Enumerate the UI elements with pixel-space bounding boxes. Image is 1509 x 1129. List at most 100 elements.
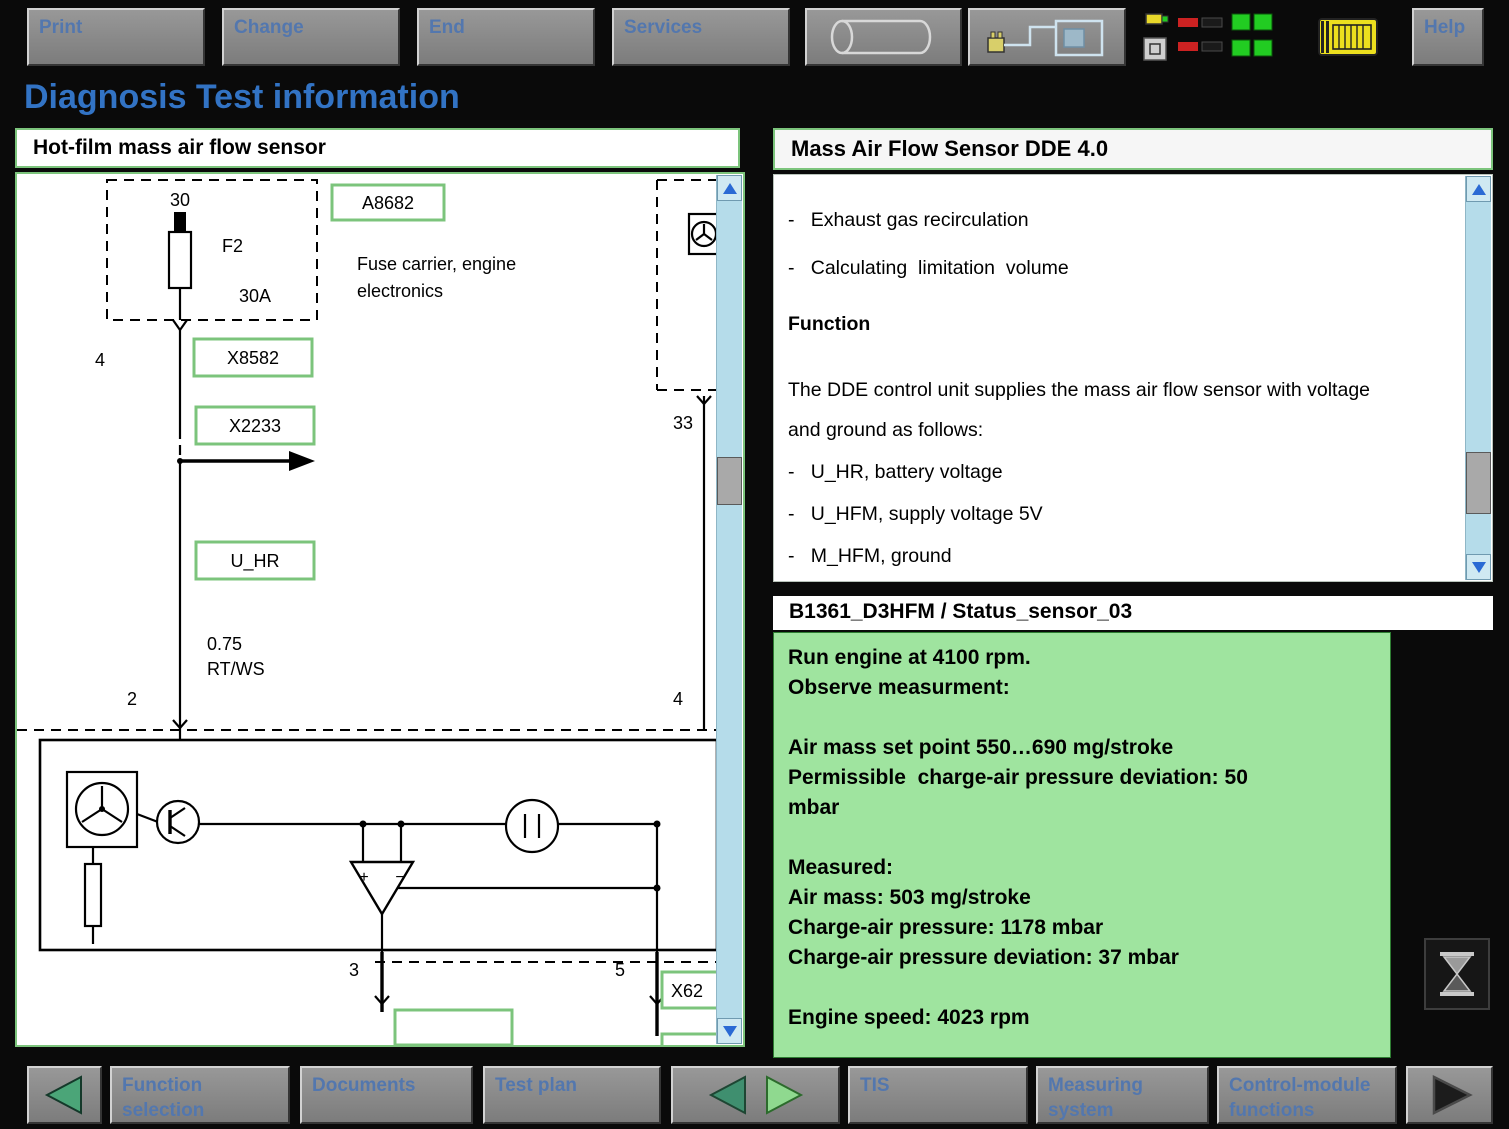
page-previous-icon xyxy=(711,1077,745,1113)
status-line xyxy=(788,703,1376,733)
diagnostic-plug-button[interactable] xyxy=(968,8,1126,66)
forward-arrow-icon xyxy=(1418,1071,1482,1119)
x62-label: X62 xyxy=(671,981,703,1001)
hourglass-icon xyxy=(1432,946,1482,1002)
measuring-system-label: Measuring system xyxy=(1038,1068,1207,1129)
status-line: mbar xyxy=(788,793,1376,823)
services-button[interactable]: Services xyxy=(612,8,790,66)
status-line: Air mass: 503 mg/stroke xyxy=(788,883,1376,913)
sensor-component: + − xyxy=(40,740,717,952)
end-button[interactable]: End xyxy=(417,8,595,66)
wire-color-label: RT/WS xyxy=(207,659,265,679)
fuse-carrier-caption-1: Fuse carrier, engine xyxy=(357,254,516,274)
page-title: Diagnosis Test information xyxy=(24,78,460,117)
lower-connector-link[interactable] xyxy=(395,1010,512,1045)
status-line: Permissible charge-air pressure deviatio… xyxy=(788,763,1376,793)
print-button-label: Print xyxy=(29,10,203,47)
info-scrollbar[interactable] xyxy=(1465,176,1491,580)
tis-label: TIS xyxy=(850,1068,1026,1105)
diagram-scrollbar[interactable] xyxy=(716,175,742,1044)
pin-4-top-label: 4 xyxy=(95,350,105,370)
status-line xyxy=(788,823,1376,853)
up-arrow-icon xyxy=(723,183,737,194)
back-button[interactable] xyxy=(27,1066,102,1124)
up-arrow-icon xyxy=(1472,184,1486,195)
fuse-name-label: F2 xyxy=(222,236,243,256)
change-button[interactable]: Change xyxy=(222,8,400,66)
pin-33-label: 33 xyxy=(673,413,693,433)
down-arrow-icon xyxy=(723,1026,737,1037)
exhaust-tester-button[interactable] xyxy=(805,8,962,66)
function-selection-label: Function selection xyxy=(112,1068,288,1129)
info-scroll-up-button[interactable] xyxy=(1466,176,1491,202)
info-scroll-down-button[interactable] xyxy=(1466,554,1491,580)
lower-connector-link-2[interactable] xyxy=(662,1034,717,1045)
fuse-carrier-caption-2: electronics xyxy=(357,281,443,301)
main-wire xyxy=(173,288,187,802)
end-button-label: End xyxy=(419,10,593,47)
x2233-label: X2233 xyxy=(229,416,281,436)
wiring-diagram: 30 F2 30A A8682 Fuse carrier, engine ele… xyxy=(17,174,717,1045)
documents-label: Documents xyxy=(302,1068,471,1105)
diagram-scroll-down-button[interactable] xyxy=(717,1018,742,1044)
x2233-link[interactable]: X2233 xyxy=(196,407,314,444)
diagram-scroll-thumb[interactable] xyxy=(717,457,742,505)
status-header: B1361_D3HFM / Status_sensor_03 xyxy=(773,596,1493,630)
info-bullet-3: - U_HR, battery voltage xyxy=(788,461,1454,483)
a8682-link[interactable]: A8682 xyxy=(332,185,444,220)
fuse-rating-label: 30A xyxy=(239,286,271,306)
info-body-1: The DDE control unit supplies the mass a… xyxy=(788,379,1454,401)
back-arrow-icon xyxy=(35,1071,95,1119)
page-nav-button[interactable] xyxy=(671,1066,840,1124)
change-button-label: Change xyxy=(224,10,398,47)
help-button-label: Help xyxy=(1414,10,1482,47)
info-panel-title: Mass Air Flow Sensor DDE 4.0 xyxy=(775,130,1491,168)
info-bullet-5: - M_HFM, ground xyxy=(788,545,1454,567)
hourglass-indicator xyxy=(1424,938,1490,1010)
info-text: - Exhaust gas recirculation - Calculatin… xyxy=(774,175,1464,581)
info-scroll-thumb[interactable] xyxy=(1466,452,1491,514)
info-panel-header: Mass Air Flow Sensor DDE 4.0 xyxy=(773,128,1493,170)
status-line: Charge-air pressure deviation: 37 mbar xyxy=(788,943,1376,973)
egr-valve-box xyxy=(657,180,717,730)
info-body-2: and ground as follows: xyxy=(788,419,1454,441)
measuring-system-button[interactable]: Measuring system xyxy=(1036,1066,1209,1124)
status-line: Observe measurment: xyxy=(788,673,1376,703)
status-line: Air mass set point 550…690 mg/stroke xyxy=(788,733,1376,763)
test-instruction-box: Run engine at 4100 rpm. Observe measurme… xyxy=(773,632,1391,1058)
u-hr-link[interactable]: U_HR xyxy=(196,542,314,579)
u-hr-label: U_HR xyxy=(230,551,279,572)
pin-connector-status-icon xyxy=(1136,8,1304,66)
x62-link[interactable]: X62 xyxy=(662,972,717,1008)
diagram-panel-header: Hot-film mass air flow sensor xyxy=(15,128,740,168)
status-line: Engine speed: 4023 rpm xyxy=(788,1003,1376,1033)
diagram-scroll-up-button[interactable] xyxy=(717,175,742,201)
function-selection-button[interactable]: Function selection xyxy=(110,1066,290,1124)
opamp-minus: − xyxy=(395,869,404,886)
help-button[interactable]: Help xyxy=(1412,8,1484,66)
pin-3-label: 3 xyxy=(349,960,359,980)
wiring-diagram-panel: 30 F2 30A A8682 Fuse carrier, engine ele… xyxy=(15,172,745,1047)
test-plan-button[interactable]: Test plan xyxy=(483,1066,661,1124)
status-line: Run engine at 4100 rpm. xyxy=(788,643,1376,673)
x8582-link[interactable]: X8582 xyxy=(194,339,312,376)
test-plan-label: Test plan xyxy=(485,1068,659,1105)
opamp-plus: + xyxy=(359,869,368,886)
page-nav-icons xyxy=(681,1071,831,1119)
status-line: Charge-air pressure: 1178 mbar xyxy=(788,913,1376,943)
print-button[interactable]: Print xyxy=(27,8,205,66)
branch-arrow xyxy=(177,451,315,471)
control-module-functions-button[interactable]: Control-module functions xyxy=(1217,1066,1397,1124)
status-line: Measured: xyxy=(788,853,1376,883)
tis-button[interactable]: TIS xyxy=(848,1066,1028,1124)
forward-button[interactable] xyxy=(1406,1066,1493,1124)
info-bullet-4: - U_HFM, supply voltage 5V xyxy=(788,503,1454,525)
info-function-heading: Function xyxy=(788,313,1454,335)
multi-pin-connector-icon xyxy=(1310,8,1386,66)
exhaust-pipe-icon xyxy=(814,12,954,62)
wire-gauge-label: 0.75 xyxy=(207,634,242,654)
services-button-label: Services xyxy=(614,10,788,47)
page-next-icon xyxy=(767,1077,801,1113)
info-bullet-2: - Calculating limitation volume xyxy=(788,257,1454,279)
documents-button[interactable]: Documents xyxy=(300,1066,473,1124)
